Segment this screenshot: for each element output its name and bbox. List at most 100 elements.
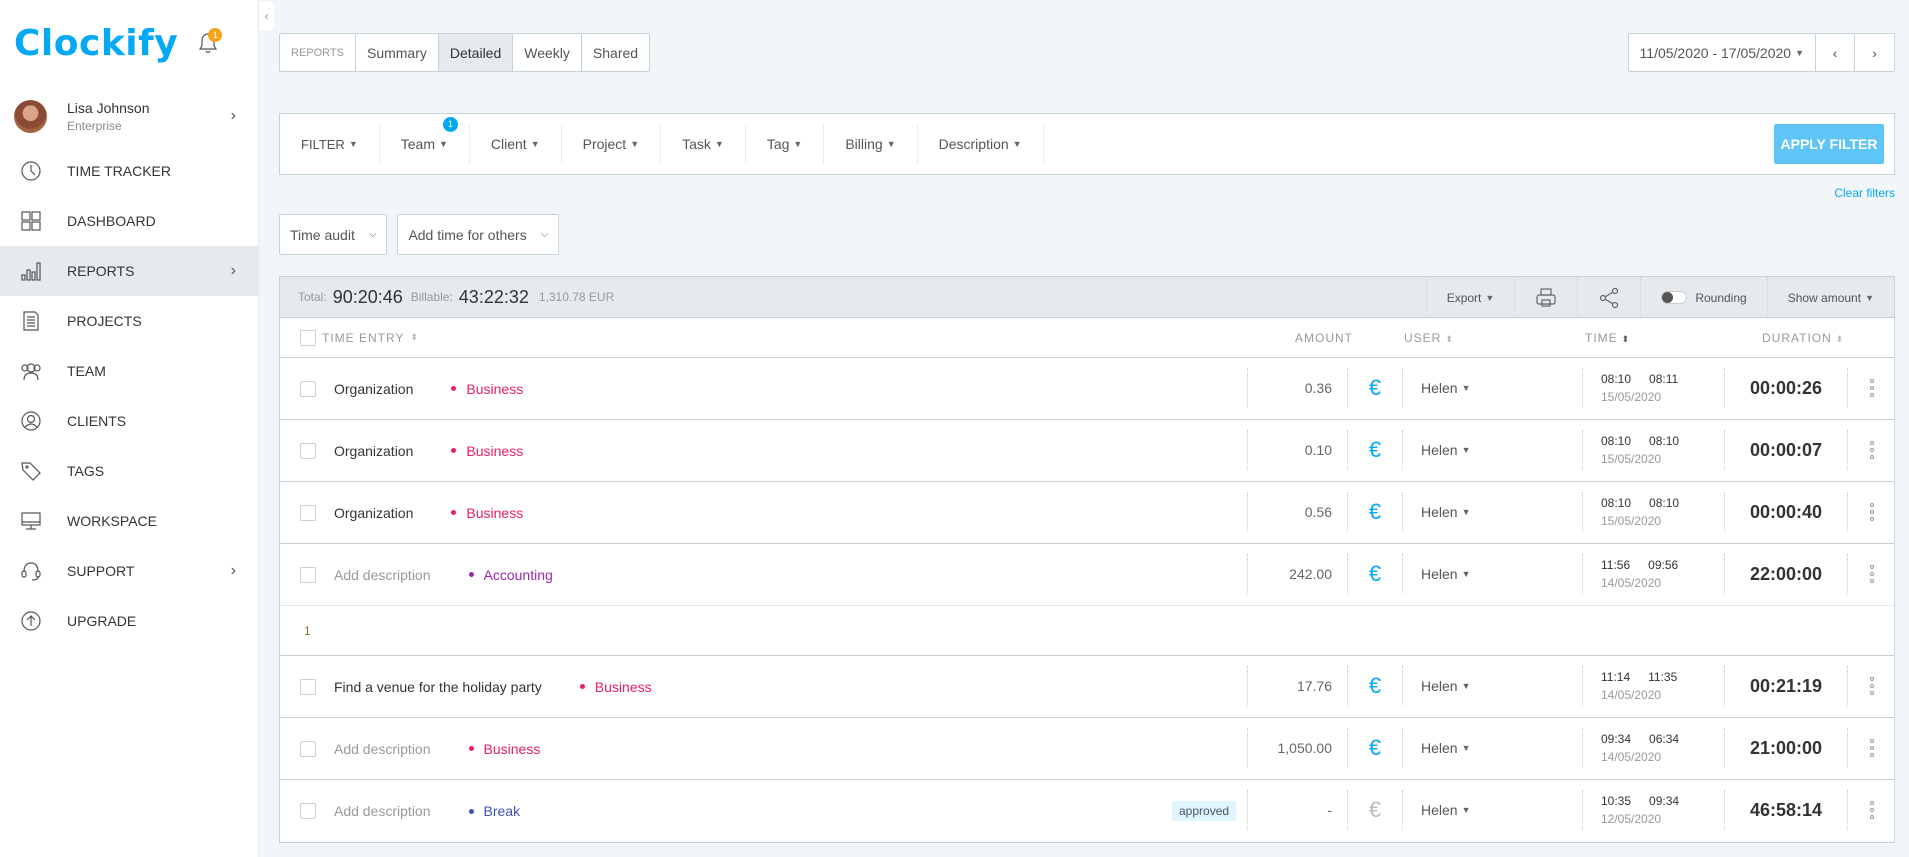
export-dropdown[interactable]: Export ▼ <box>1425 277 1515 318</box>
duration-value[interactable]: 00:00:40 <box>1724 492 1847 532</box>
user-dropdown[interactable]: Helen ▼ <box>1402 666 1582 706</box>
user-dropdown[interactable]: Helen ▼ <box>1402 368 1582 408</box>
billable-toggle[interactable]: € <box>1347 554 1402 594</box>
project-label[interactable]: Business <box>451 505 523 521</box>
entry-description[interactable]: Organization Business <box>334 505 523 521</box>
sidebar-item-tags[interactable]: TAGS <box>0 446 258 496</box>
billable-toggle[interactable]: € <box>1347 368 1402 408</box>
billable-toggle[interactable]: € <box>1347 790 1402 830</box>
show-amount-dropdown[interactable]: Show amount ▼ <box>1766 277 1894 318</box>
time-range[interactable]: 11:14 11:35 14/05/2020 <box>1582 666 1724 706</box>
row-checkbox[interactable] <box>300 566 316 583</box>
tab-shared[interactable]: Shared <box>582 34 649 71</box>
row-checkbox[interactable] <box>300 740 316 757</box>
duration-value[interactable]: 00:00:26 <box>1724 368 1847 408</box>
user-dropdown[interactable]: Helen ▼ <box>1402 728 1582 768</box>
time-range[interactable]: 08:10 08:10 15/05/2020 <box>1582 492 1724 532</box>
filter-client[interactable]: Client ▼ <box>470 125 562 163</box>
duration-value[interactable]: 21:00:00 <box>1724 728 1847 768</box>
project-label[interactable]: Business <box>451 443 523 459</box>
tab-detailed[interactable]: Detailed <box>438 34 514 71</box>
filter-dropdown[interactable]: FILTER ▼ <box>280 125 380 163</box>
entry-description[interactable]: Find a venue for the holiday party Busin… <box>334 679 652 695</box>
time-audit-dropdown[interactable]: Time audit ⌵ <box>279 214 388 255</box>
sidebar-item-projects[interactable]: PROJECTS <box>0 296 258 346</box>
time-column[interactable]: TIME ⬍ <box>1585 331 1630 345</box>
clockify-logo[interactable]: Clockify <box>14 23 178 64</box>
date-range-dropdown[interactable]: 11/05/2020 - 17/05/2020 ▼ <box>1629 34 1816 71</box>
more-actions-button[interactable] <box>1847 430 1895 470</box>
sidebar-item-dashboard[interactable]: DASHBOARD <box>0 196 258 246</box>
duration-value[interactable]: 00:00:07 <box>1724 430 1847 470</box>
sidebar-item-upgrade[interactable]: UPGRADE <box>0 596 258 646</box>
user-dropdown[interactable]: Helen ▼ <box>1402 790 1582 830</box>
billable-toggle[interactable]: € <box>1347 728 1402 768</box>
project-label[interactable]: Business <box>579 679 652 695</box>
row-checkbox[interactable] <box>300 380 316 397</box>
user-dropdown[interactable]: Helen ▼ <box>1402 554 1582 594</box>
description-text[interactable]: Organization <box>334 381 413 397</box>
billable-toggle[interactable]: € <box>1347 430 1402 470</box>
sidebar-item-support[interactable]: SUPPORT › <box>0 546 258 596</box>
filter-project[interactable]: Project ▼ <box>562 125 662 163</box>
description-text[interactable]: Organization <box>334 505 413 521</box>
user-column[interactable]: USER ⬍ <box>1404 331 1454 345</box>
tab-weekly[interactable]: Weekly <box>513 34 582 71</box>
more-actions-button[interactable] <box>1847 554 1895 594</box>
more-actions-button[interactable] <box>1847 728 1895 768</box>
sidebar-item-time-tracker[interactable]: TIME TRACKER <box>0 146 258 196</box>
time-range[interactable]: 10:35 09:34 12/05/2020 <box>1582 790 1724 830</box>
sidebar-item-clients[interactable]: CLIENTS <box>0 396 258 446</box>
duration-value[interactable]: 46:58:14 <box>1724 790 1847 830</box>
filter-task[interactable]: Task ▼ <box>661 125 746 163</box>
project-label[interactable]: Accounting <box>468 567 553 583</box>
sidebar-item-team[interactable]: TEAM <box>0 346 258 396</box>
previous-period-button[interactable]: ‹ <box>1816 34 1855 71</box>
user-dropdown[interactable]: Helen ▼ <box>1402 430 1582 470</box>
row-checkbox[interactable] <box>300 442 316 459</box>
description-text[interactable]: Add description <box>334 741 431 757</box>
filter-tag[interactable]: Tag ▼ <box>746 125 825 163</box>
project-label[interactable]: Business <box>468 741 540 757</box>
more-actions-button[interactable] <box>1847 790 1895 830</box>
sidebar-item-workspace[interactable]: WORKSPACE <box>0 496 258 546</box>
time-entry-column[interactable]: TIME ENTRY ⬍ <box>300 329 419 346</box>
time-range[interactable]: 09:34 06:34 14/05/2020 <box>1582 728 1724 768</box>
next-period-button[interactable]: › <box>1855 34 1894 71</box>
duration-value[interactable]: 00:21:19 <box>1724 666 1847 706</box>
description-text[interactable]: Add description <box>334 803 431 819</box>
billable-toggle[interactable]: € <box>1347 492 1402 532</box>
filter-team[interactable]: Team ▼ 1 <box>380 117 470 163</box>
filter-billing[interactable]: Billing ▼ <box>824 125 918 163</box>
user-profile[interactable]: Lisa Johnson Enterprise › <box>0 86 258 146</box>
user-dropdown[interactable]: Helen ▼ <box>1402 492 1582 532</box>
time-range[interactable]: 11:56 09:56 14/05/2020 <box>1582 554 1724 594</box>
time-range[interactable]: 08:10 08:11 15/05/2020 <box>1582 368 1724 408</box>
filter-description[interactable]: Description ▼ <box>918 125 1044 163</box>
print-button[interactable] <box>1514 277 1577 318</box>
apply-filter-button[interactable]: APPLY FILTER <box>1774 124 1884 164</box>
description-text[interactable]: Find a venue for the holiday party <box>334 679 542 695</box>
collapse-sidebar-button[interactable]: ‹ <box>259 2 274 30</box>
add-time-for-others-dropdown[interactable]: Add time for others ⌵ <box>397 214 560 255</box>
time-range[interactable]: 08:10 08:10 15/05/2020 <box>1582 430 1724 470</box>
duration-column[interactable]: DURATION ⬍ <box>1762 331 1844 345</box>
project-label[interactable]: Business <box>451 381 523 397</box>
select-all-checkbox[interactable] <box>300 329 316 346</box>
entry-description[interactable]: Add description Accounting <box>334 567 553 583</box>
clear-filters-link[interactable]: Clear filters <box>1834 186 1895 200</box>
row-checkbox[interactable] <box>300 504 316 521</box>
tab-summary[interactable]: Summary <box>356 34 439 71</box>
entry-description[interactable]: Organization Business <box>334 381 523 397</box>
entry-description[interactable]: Add description Break <box>334 803 520 819</box>
duration-value[interactable]: 22:00:00 <box>1724 554 1847 594</box>
project-label[interactable]: Break <box>468 803 520 819</box>
row-checkbox[interactable] <box>300 678 316 695</box>
billable-toggle[interactable]: € <box>1347 666 1402 706</box>
toggle-switch[interactable] <box>1661 291 1688 304</box>
description-text[interactable]: Add description <box>334 567 431 583</box>
notifications-button[interactable]: 1 <box>198 28 223 54</box>
more-actions-button[interactable] <box>1847 368 1895 408</box>
sidebar-item-reports[interactable]: REPORTS › <box>0 246 258 296</box>
more-actions-button[interactable] <box>1847 492 1895 532</box>
